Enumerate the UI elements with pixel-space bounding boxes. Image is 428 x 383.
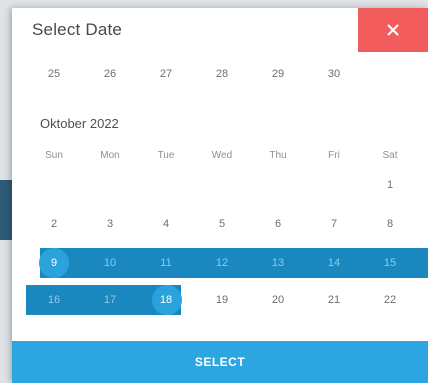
week-row: 2 3 4 5 6 7 8 [12,209,428,239]
month-label: Oktober 2022 [40,116,119,131]
day-cell[interactable]: 20 [250,285,306,315]
prev-month-day[interactable]: 26 [82,68,138,80]
day-cell[interactable]: 2 [26,209,82,239]
day-cell[interactable]: 6 [250,209,306,239]
weekday-label: Tue [157,150,175,161]
select-button[interactable]: SELECT [12,341,428,383]
week-row: 1 [12,170,428,200]
previous-month-days: 25 26 27 28 29 30 [12,68,428,88]
prev-month-day[interactable]: 29 [250,68,306,80]
range-end-day[interactable]: 18 [138,285,194,315]
prev-month-day[interactable]: 27 [138,68,194,80]
prev-month-day[interactable]: 30 [306,68,362,80]
day-cell[interactable]: 4 [138,209,194,239]
prev-month-day[interactable]: 25 [26,68,82,80]
close-icon [387,24,399,36]
dialog-title: Select Date [32,20,123,39]
close-button[interactable] [358,8,428,52]
weekday-label: Sat [382,150,398,161]
day-cell[interactable]: 8 [362,209,418,239]
day-cell-in-range[interactable]: 14 [306,248,362,278]
date-picker-dialog: Select Date 25 26 27 28 29 30 Oktober 20… [12,8,428,383]
day-cell[interactable]: 7 [306,209,362,239]
day-cell-in-range[interactable]: 10 [82,248,138,278]
day-cell-in-range[interactable]: 15 [362,248,418,278]
day-cell[interactable]: 3 [82,209,138,239]
week-row: 16 17 18 19 20 21 22 [12,285,428,315]
day-cell-in-range[interactable]: 17 [82,285,138,315]
week-row: 9 10 11 12 13 14 15 [12,248,428,278]
weekday-label: Thu [269,150,287,161]
dialog-header: Select Date [12,8,428,52]
weekday-header: Sun Mon Tue Wed Thu Fri Sat [12,150,428,166]
day-cell[interactable]: 22 [362,285,418,315]
range-start-day[interactable]: 9 [26,248,82,278]
weekday-label: Mon [100,150,120,161]
day-cell[interactable]: 21 [306,285,362,315]
weekday-label: Sun [45,150,63,161]
day-cell-in-range[interactable]: 11 [138,248,194,278]
day-cell[interactable]: 19 [194,285,250,315]
day-cell-in-range[interactable]: 12 [194,248,250,278]
prev-month-day[interactable]: 28 [194,68,250,80]
day-cell-in-range[interactable]: 16 [26,285,82,315]
weekday-label: Fri [328,150,340,161]
day-cell[interactable]: 1 [362,170,418,200]
day-cell-in-range[interactable]: 13 [250,248,306,278]
day-cell[interactable]: 5 [194,209,250,239]
weekday-label: Wed [211,150,233,161]
